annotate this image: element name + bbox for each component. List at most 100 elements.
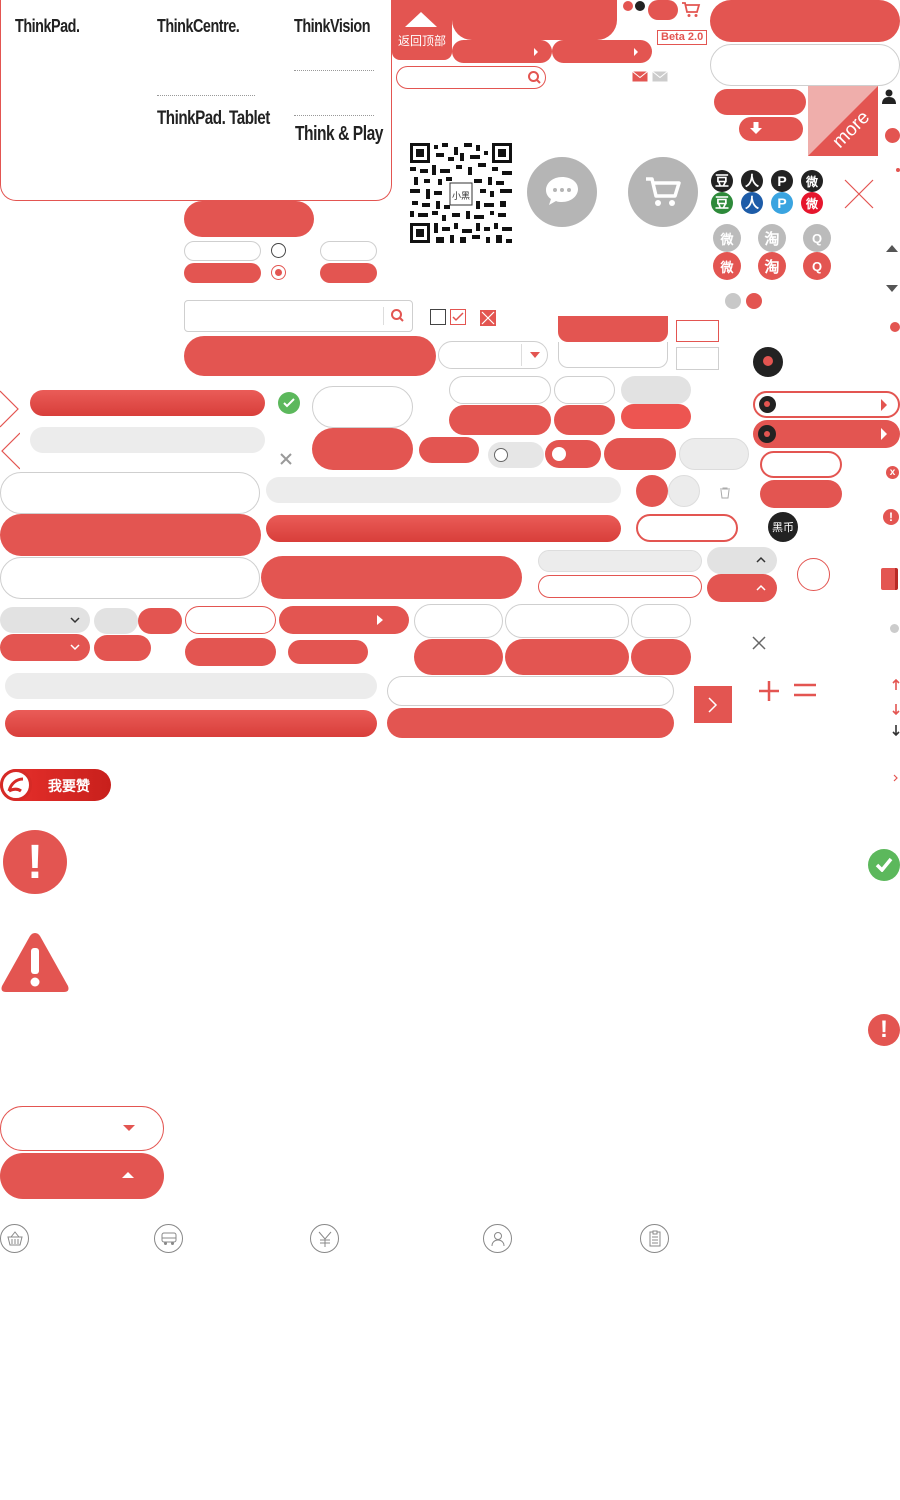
dot-indicator[interactable]	[725, 293, 741, 309]
pill-button[interactable]	[554, 405, 615, 435]
arrow-pill-button[interactable]	[452, 40, 552, 63]
pill-button[interactable]	[604, 438, 676, 470]
pill-input[interactable]	[449, 376, 551, 404]
checkbox-checked[interactable]	[450, 309, 466, 325]
brand-thinkvision[interactable]: ThinkVision	[294, 16, 371, 37]
text-box[interactable]	[676, 347, 719, 370]
radio-large-on[interactable]	[636, 475, 668, 507]
pill-button[interactable]	[184, 263, 261, 283]
close-icon[interactable]	[752, 636, 766, 650]
next-arrow-button[interactable]	[694, 686, 732, 723]
brand-thinkpad[interactable]: ThinkPad.	[15, 16, 80, 37]
dot-indicator[interactable]	[623, 1, 633, 11]
dot-indicator[interactable]	[890, 322, 900, 332]
brand-think-play[interactable]: Think & Play	[295, 123, 383, 146]
wide-pill-input[interactable]	[387, 676, 674, 706]
pill-button[interactable]	[312, 428, 413, 470]
arrow-up-small-icon[interactable]	[892, 679, 900, 690]
wide-bar-button[interactable]	[5, 710, 377, 737]
pill-input[interactable]	[631, 604, 691, 638]
close-icon[interactable]	[280, 453, 292, 465]
select-dropdown-active[interactable]	[0, 634, 90, 661]
checkbox[interactable]	[430, 309, 446, 325]
radio-button[interactable]	[271, 243, 286, 258]
dot-indicator[interactable]	[746, 293, 762, 309]
pill-button[interactable]	[288, 640, 368, 664]
weibo-icon[interactable]: 微	[713, 252, 741, 280]
taobao-icon[interactable]: 淘	[758, 252, 786, 280]
chevron-right-small-icon[interactable]	[893, 774, 898, 782]
douban-icon[interactable]: 豆	[711, 170, 733, 192]
pill-button[interactable]	[320, 263, 377, 283]
top-pill-button[interactable]	[452, 0, 617, 40]
clipboard-icon[interactable]	[640, 1224, 669, 1253]
back-to-top-button[interactable]: 返回顶部	[392, 0, 452, 60]
dot-indicator[interactable]	[635, 1, 645, 11]
radio-button-checked[interactable]	[271, 265, 286, 280]
chat-button[interactable]	[527, 157, 597, 227]
equals-icon[interactable]	[793, 682, 817, 698]
user-icon[interactable]	[483, 1224, 512, 1253]
pill-button[interactable]	[631, 639, 691, 675]
avatar[interactable]	[753, 347, 783, 377]
collapse-button[interactable]	[707, 574, 777, 602]
pill-input[interactable]	[554, 376, 615, 404]
renren-icon[interactable]: 人	[741, 192, 763, 214]
weibo-icon[interactable]: 微	[713, 224, 741, 252]
brand-thinkcentre[interactable]: ThinkCentre.	[157, 16, 240, 37]
pill-button[interactable]	[414, 639, 503, 675]
user-icon[interactable]	[882, 89, 896, 104]
pill-button[interactable]	[94, 635, 151, 661]
large-pill-button[interactable]	[710, 0, 900, 42]
select-dropdown[interactable]	[0, 607, 90, 633]
cart-button[interactable]	[628, 157, 698, 227]
triangle-down-icon[interactable]	[886, 285, 898, 292]
dropdown-panel-button[interactable]	[558, 316, 668, 342]
plus-icon[interactable]	[758, 680, 780, 702]
radio-large-off[interactable]	[668, 475, 700, 507]
brand-thinkpad-tablet[interactable]: ThinkPad. Tablet	[157, 108, 270, 130]
checkbox-disabled[interactable]	[480, 310, 496, 326]
pill-input[interactable]	[312, 386, 413, 428]
pill-button[interactable]	[505, 639, 629, 675]
cart-icon[interactable]	[681, 1, 701, 18]
pill-input[interactable]	[636, 514, 738, 542]
collapse-button[interactable]	[707, 547, 777, 574]
triangle-up-icon[interactable]	[886, 245, 898, 252]
arrow-down-small-icon[interactable]	[892, 725, 900, 736]
douban-icon[interactable]: 豆	[711, 192, 733, 214]
wide-pill-input[interactable]	[0, 472, 260, 514]
wide-bar-button[interactable]	[266, 515, 621, 542]
arrow-pill-button[interactable]	[753, 391, 900, 418]
renren-icon[interactable]: 人	[741, 170, 763, 192]
more-corner-tag[interactable]: more	[808, 86, 878, 156]
pill-input[interactable]	[185, 606, 276, 634]
arrow-down-small-icon[interactable]	[892, 704, 900, 715]
text-input[interactable]	[320, 241, 377, 261]
arrow-pill-button[interactable]	[279, 606, 409, 634]
dot-indicator[interactable]	[885, 128, 900, 143]
close-circle-icon[interactable]: x	[886, 466, 899, 479]
pill-button[interactable]	[760, 480, 842, 508]
download-button[interactable]	[739, 117, 803, 141]
pill-button[interactable]	[184, 201, 314, 237]
dot-indicator[interactable]	[896, 168, 900, 172]
wide-pill-input[interactable]	[0, 557, 260, 599]
pill-button[interactable]	[449, 405, 551, 435]
chevron-right-icon[interactable]	[0, 390, 20, 428]
wide-pill-button[interactable]	[0, 514, 261, 556]
text-input[interactable]	[184, 241, 261, 261]
chevron-left-icon[interactable]	[0, 432, 20, 470]
trash-icon[interactable]	[719, 487, 731, 499]
taobao-icon[interactable]: 淘	[758, 224, 786, 252]
search-input[interactable]	[184, 300, 413, 332]
pill-button[interactable]	[185, 638, 276, 666]
arrow-pill-button[interactable]	[753, 420, 900, 448]
close-icon[interactable]	[843, 178, 875, 210]
qq-icon[interactable]: Q	[803, 252, 831, 280]
select-input-active[interactable]	[538, 575, 702, 598]
select-dropdown-open[interactable]	[0, 1153, 164, 1199]
wide-pill-button[interactable]	[30, 390, 265, 416]
arrow-pill-button[interactable]	[552, 40, 652, 63]
qq-icon[interactable]: Q	[803, 224, 831, 252]
